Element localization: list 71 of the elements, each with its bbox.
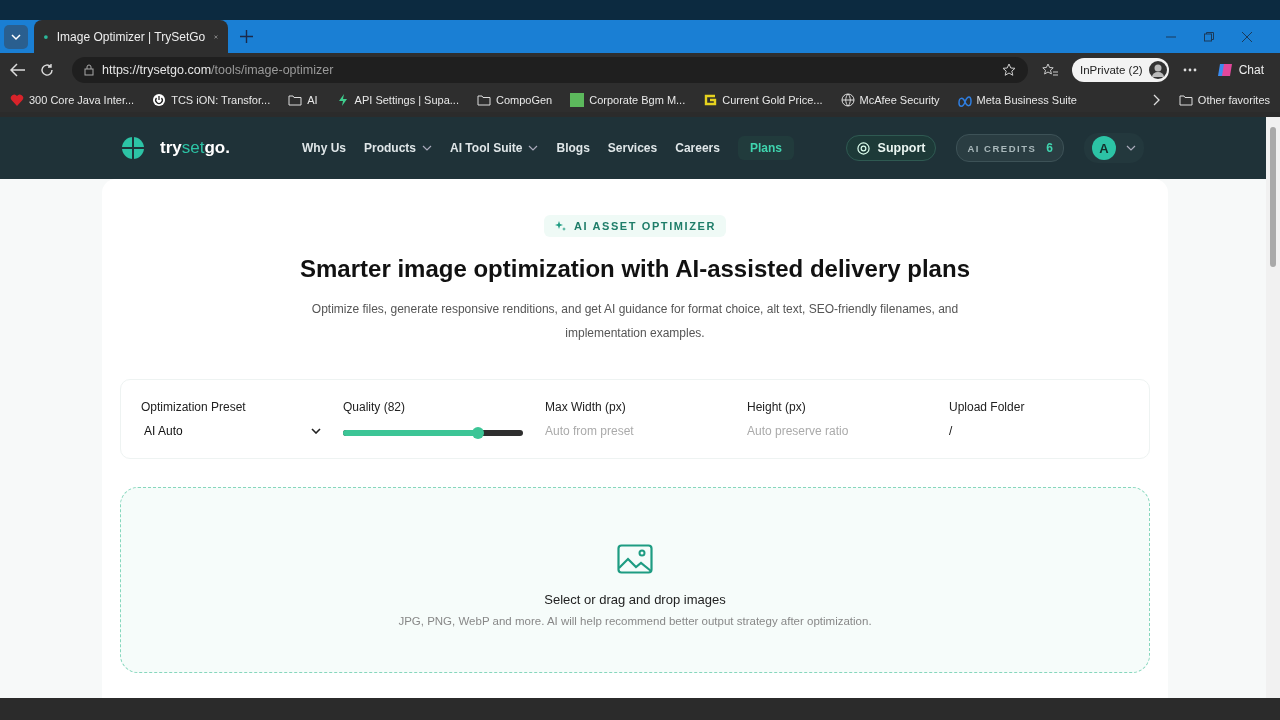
lifebuoy-icon	[856, 141, 870, 155]
logo-text[interactable]: trysetgo.	[160, 138, 230, 158]
globe-icon	[840, 92, 855, 107]
dropzone[interactable]: Select or drag and drop images JPG, PNG, WebP and more. AI will help recommend better output strategy after optimization.	[120, 487, 1150, 673]
nav-link[interactable]: AI Tool Suite	[450, 136, 539, 160]
back-icon[interactable]	[10, 63, 26, 77]
nav-link[interactable]: Careers	[675, 136, 720, 160]
folder-icon	[477, 92, 491, 107]
avatar-icon	[1148, 61, 1167, 79]
more-icon[interactable]	[1182, 68, 1197, 72]
bookmark[interactable]: Meta Business Suite	[957, 92, 1077, 107]
image-icon	[617, 543, 653, 574]
nav-link[interactable]: Blogs	[556, 136, 590, 160]
slider-thumb[interactable]	[472, 427, 484, 439]
folder-icon	[288, 92, 303, 107]
dropzone-title: Select or drag and drop images	[544, 591, 726, 607]
input-field[interactable]: Auto from preset	[545, 422, 725, 440]
nav-link[interactable]: Plans	[737, 136, 794, 160]
page-title: Smarter image optimization with AI-assisted delivery plans	[300, 255, 970, 283]
setting-label: Quality (82)	[343, 400, 407, 414]
credits-count: 6	[1046, 141, 1053, 155]
nav-link[interactable]: Why Us	[302, 136, 346, 160]
restore-icon[interactable]	[1204, 31, 1214, 42]
lock-icon	[84, 64, 94, 76]
setting-label: Optimization Preset	[141, 400, 247, 414]
bookmark[interactable]: TCS iON: Transfor...	[152, 92, 271, 107]
preset-select[interactable]: AI Auto	[141, 422, 321, 440]
nav-link[interactable]: Products	[364, 136, 433, 160]
scrollbar[interactable]	[1266, 117, 1280, 698]
support-button[interactable]: Support	[845, 135, 937, 161]
input-field[interactable]: /	[949, 422, 1129, 440]
bookmark[interactable]: Current Gold Price...	[703, 92, 823, 107]
account-menu[interactable]: A	[1084, 133, 1144, 163]
quality-slider[interactable]	[343, 430, 523, 436]
reload-icon[interactable]	[40, 63, 54, 77]
close-window-icon[interactable]	[1242, 31, 1252, 42]
page-subtitle: Optimize files, generate responsive renditions, and get AI guidance for format choice, alt text, SEO-friendly filenames, and implementation examples.	[310, 301, 960, 342]
setting-label: Height (px)	[747, 400, 807, 414]
profile-button[interactable]: InPrivate (2)	[1072, 58, 1169, 82]
square-icon	[570, 92, 585, 107]
address-bar[interactable]: https://trysetgo.com/tools/image-optimizer	[72, 57, 1028, 83]
chevron-down-icon	[1126, 145, 1136, 151]
setting-label: Max Width (px)	[545, 400, 627, 414]
bookmark[interactable]: 300 Core Java Inter...	[10, 92, 135, 107]
folder-icon	[1178, 92, 1193, 107]
bookmark[interactable]: McAfee Security	[840, 92, 940, 107]
chat-button[interactable]: Chat	[1210, 61, 1270, 79]
bookmark[interactable]: Corporate Bgm M...	[570, 92, 686, 107]
setting-label: Upload Folder	[949, 400, 1026, 414]
input-field[interactable]: Auto preserve ratio	[747, 422, 927, 440]
letter-g-icon	[703, 92, 718, 107]
dropzone-hint: JPG, PNG, WebP and more. AI will help recommend better output strategy after optimization.	[398, 614, 872, 627]
bookmark[interactable]: CompoGen	[477, 92, 553, 107]
section-badge: AI ASSET OPTIMIZER	[543, 215, 727, 237]
chat-logo-icon	[1216, 62, 1233, 78]
chevron-right-icon[interactable]	[1152, 93, 1161, 106]
power-icon	[152, 92, 167, 107]
bookmark[interactable]: Other favorites	[1178, 92, 1270, 107]
favorites-icon[interactable]	[1042, 63, 1058, 77]
browser-tab[interactable]: Image Optimizer | TrySetGo	[34, 20, 228, 53]
logo-icon	[122, 137, 144, 159]
nav-link[interactable]: Services	[607, 136, 658, 160]
chevron-down-icon	[311, 428, 321, 434]
tab-list-button[interactable]	[4, 24, 28, 49]
new-tab-icon[interactable]	[240, 30, 253, 43]
credits-label: AI CREDITS	[967, 142, 1037, 154]
heart-icon	[10, 92, 24, 107]
bookmark[interactable]: API Settings | Supa...	[335, 92, 459, 107]
bookmark[interactable]: AI	[288, 92, 318, 107]
star-icon[interactable]	[1002, 63, 1016, 77]
tab-title: Image Optimizer | TrySetGo	[56, 29, 206, 44]
